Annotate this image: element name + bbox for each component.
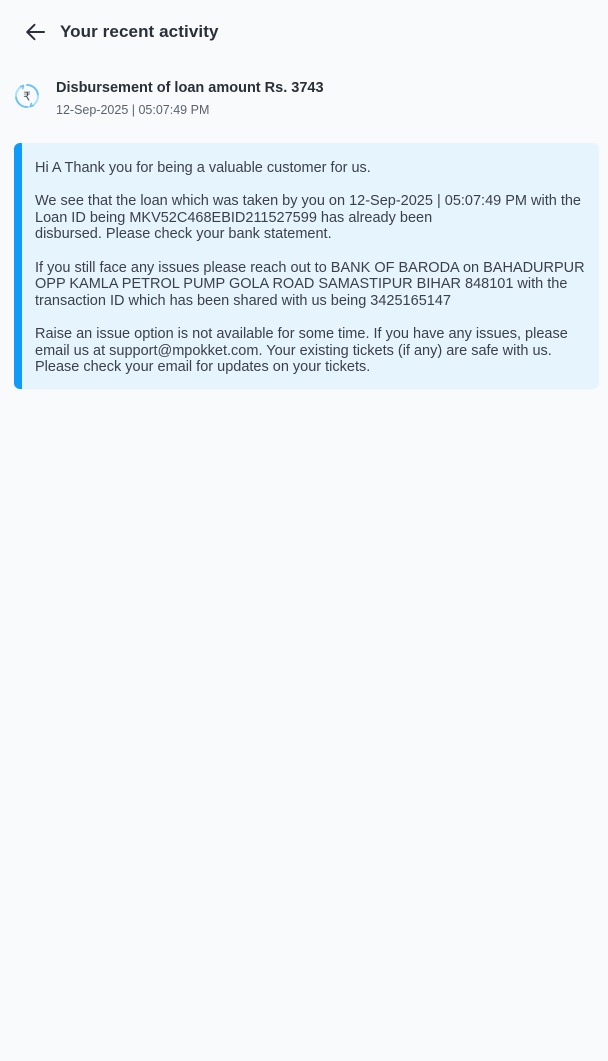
arrow-left-icon <box>26 23 45 41</box>
page-title: Your recent activity <box>60 22 219 41</box>
top-app-bar: Your recent activity <box>0 0 608 64</box>
message-greeting: Hi A Thank you for being a valuable cust… <box>35 160 371 176</box>
message-card: Hi A Thank you for being a valuable cust… <box>14 143 599 389</box>
message-support-notice: Raise an issue option is not available f… <box>35 325 568 376</box>
app-screen: Your recent activity ₹ Disbursement of l… <box>0 0 608 1061</box>
activity-item: ₹ Disbursement of loan amount Rs. 3743 1… <box>0 74 608 126</box>
back-button[interactable] <box>20 18 50 46</box>
svg-text:₹: ₹ <box>23 90 31 104</box>
message-bank-details: If you still face any issues please reac… <box>35 259 585 309</box>
message-loan-details: We see that the loan which was taken by … <box>35 193 581 243</box>
activity-title: Disbursement of loan amount Rs. 3743 <box>56 80 324 96</box>
activity-timestamp: 12-Sep-2025 | 05:07:49 PM <box>56 103 210 117</box>
rupee-refresh-icon: ₹ <box>14 83 40 109</box>
